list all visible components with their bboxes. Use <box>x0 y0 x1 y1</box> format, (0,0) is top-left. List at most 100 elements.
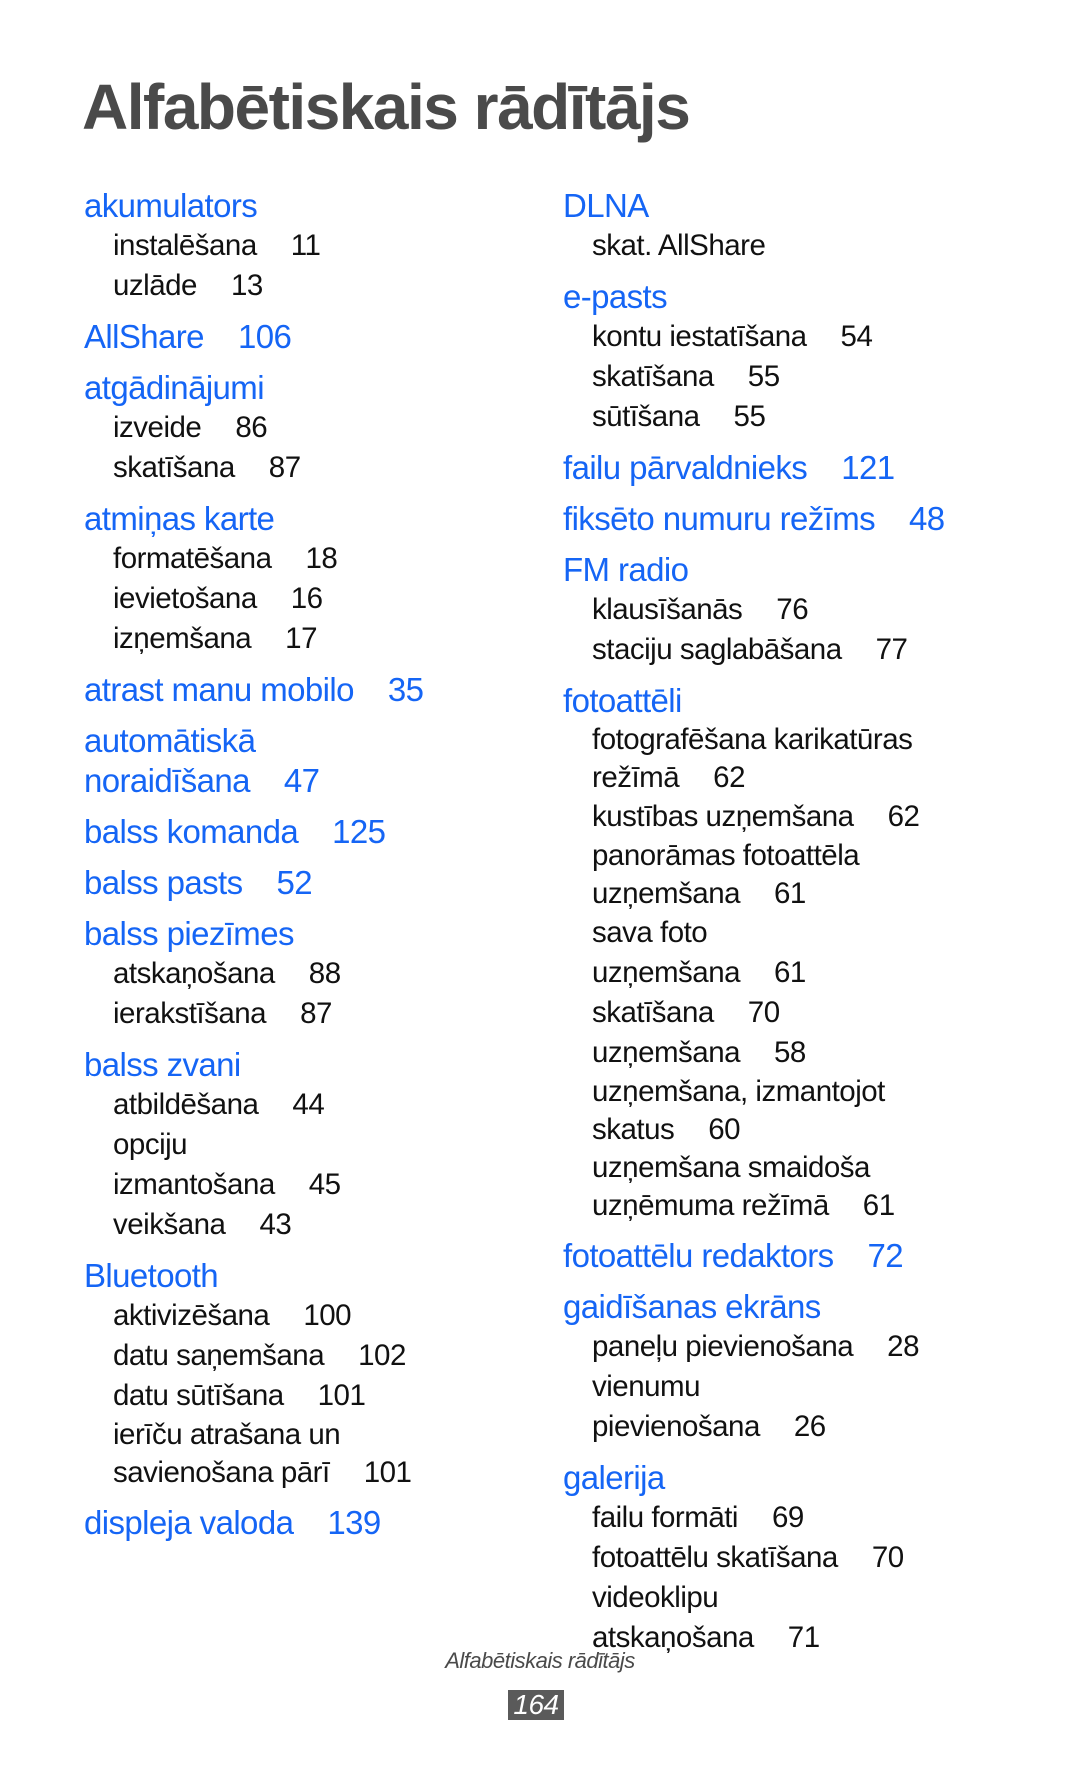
index-subentry[interactable]: failu formāti 69 <box>563 1498 922 1538</box>
index-subentry-page[interactable]: 18 <box>305 542 337 575</box>
index-subentry[interactable]: sūtīšana 55 <box>563 397 922 437</box>
index-term[interactable]: balss komanda 125 <box>84 812 554 852</box>
index-subentry-page[interactable]: 88 <box>309 957 341 990</box>
index-subentry-page[interactable]: 61 <box>863 1189 895 1222</box>
index-subentry[interactable]: izveide 86 <box>84 408 413 448</box>
index-subentry[interactable]: atskaņošana 88 <box>84 954 413 994</box>
index-subentry[interactable]: skatīšana 87 <box>84 448 413 488</box>
index-subentry-label: aktivizēšana <box>113 1299 270 1332</box>
index-subentry[interactable]: fotoattēlu skatīšana 70 <box>563 1538 922 1578</box>
index-subentry-page[interactable]: 61 <box>774 956 806 989</box>
index-term[interactable]: galerija <box>563 1458 1063 1498</box>
index-subentry[interactable]: staciju saglabāšana 77 <box>563 630 922 670</box>
index-subentry-page[interactable]: 101 <box>364 1456 412 1489</box>
index-subentry-page[interactable]: 77 <box>876 633 908 666</box>
index-subentry-page[interactable]: 13 <box>231 269 263 302</box>
index-subentry-page[interactable]: 100 <box>303 1299 351 1332</box>
index-term[interactable]: automātiskā noraidīšana 47 <box>84 721 344 801</box>
index-subentry-page[interactable]: 102 <box>358 1339 406 1372</box>
index-subentry[interactable]: ierakstīšana 87 <box>84 994 413 1034</box>
index-subentry[interactable]: formatēšana 18 <box>84 539 413 579</box>
index-subentry[interactable]: kontu iestatīšana 54 <box>563 317 922 357</box>
index-subentry[interactable]: uzņemšana, izmantojot skatus 60 <box>563 1073 922 1149</box>
index-term[interactable]: atmiņas karte <box>84 499 554 539</box>
index-subentry-page[interactable]: 101 <box>318 1379 366 1412</box>
index-term-page[interactable]: 52 <box>276 864 312 901</box>
index-subentry-page[interactable]: 60 <box>708 1113 740 1146</box>
index-subentry-page[interactable]: 61 <box>774 877 806 910</box>
index-subentry[interactable]: kustības uzņemšana 62 <box>563 797 922 837</box>
index-subentry-page[interactable]: 44 <box>292 1088 324 1121</box>
index-subentry-page[interactable]: 87 <box>269 451 301 484</box>
index-subentry[interactable]: atbildēšana 44 <box>84 1085 413 1125</box>
index-subentry[interactable]: paneļu pievienošana 28 <box>563 1327 922 1367</box>
index-subentry[interactable]: instalēšana 11 <box>84 226 413 266</box>
index-subentry-page[interactable]: 55 <box>734 400 766 433</box>
index-term-page[interactable]: 125 <box>332 813 386 850</box>
index-subentry-page[interactable]: 70 <box>748 996 780 1029</box>
index-subentry[interactable]: uzņemšana 58 <box>563 1033 922 1073</box>
index-subentry[interactable]: ierīču atrašana un savienošana pārī 101 <box>84 1416 413 1492</box>
index-subentry[interactable]: vienumu pievienošana 26 <box>563 1367 922 1447</box>
index-subentry-page[interactable]: 62 <box>888 800 920 833</box>
index-term[interactable]: atrast manu mobilo 35 <box>84 670 554 710</box>
index-subentry[interactable]: skatīšana 70 <box>563 993 922 1033</box>
index-subentry[interactable]: fotografēšana karikatūras režīmā 62 <box>563 721 922 797</box>
index-subentry-page[interactable]: 58 <box>774 1036 806 1069</box>
index-term-label: AllShare <box>84 318 205 355</box>
index-term[interactable]: FM radio <box>563 550 1063 590</box>
index-subentry[interactable]: sava foto uzņemšana 61 <box>563 913 922 993</box>
index-subentry-page[interactable]: 62 <box>713 761 745 794</box>
index-term[interactable]: balss pasts 52 <box>84 863 554 903</box>
index-subentry-page[interactable]: 69 <box>772 1501 804 1534</box>
index-subentry-page[interactable]: 70 <box>872 1541 904 1574</box>
index-term[interactable]: balss zvani <box>84 1045 554 1085</box>
index-term[interactable]: e-pasts <box>563 277 1063 317</box>
index-term-page[interactable]: 35 <box>388 671 424 708</box>
index-subentry-page[interactable]: 11 <box>291 229 321 262</box>
index-subentry-page[interactable]: 16 <box>291 582 323 615</box>
index-subentry-page[interactable]: 26 <box>794 1410 826 1443</box>
index-term-page[interactable]: 47 <box>284 762 320 799</box>
index-subentry[interactable]: uzlāde 13 <box>84 266 413 306</box>
index-subentry-page[interactable]: 28 <box>887 1330 919 1363</box>
index-subentry[interactable]: panorāmas fotoattēla uzņemšana 61 <box>563 837 922 913</box>
index-subentry[interactable]: izņemšana 17 <box>84 619 413 659</box>
index-term-page[interactable]: 72 <box>868 1237 904 1274</box>
index-subentry-page[interactable]: 54 <box>841 320 873 353</box>
index-term-page[interactable]: 139 <box>327 1504 381 1541</box>
index-term[interactable]: akumulators <box>84 186 554 226</box>
index-term[interactable]: fotoattēli <box>563 681 1063 721</box>
index-subentry[interactable]: skatīšana 55 <box>563 357 922 397</box>
index-subentry-page[interactable]: 45 <box>309 1168 341 1201</box>
index-term-page[interactable]: 121 <box>841 449 895 486</box>
index-subentry[interactable]: datu saņemšana 102 <box>84 1336 413 1376</box>
index-subentry[interactable]: videoklipu atskaņošana 71 <box>563 1578 922 1658</box>
index-subentry[interactable]: skat. AllShare <box>563 226 922 266</box>
index-term[interactable]: AllShare 106 <box>84 317 554 357</box>
index-subentry[interactable]: uzņemšana smaidoša uzņēmuma režīmā 61 <box>563 1149 922 1225</box>
index-term[interactable]: displeja valoda 139 <box>84 1503 554 1543</box>
index-term[interactable]: failu pārvaldnieks 121 <box>563 448 1063 488</box>
index-term[interactable]: gaidīšanas ekrāns <box>563 1287 1063 1327</box>
index-subentry-page[interactable]: 86 <box>235 411 267 444</box>
index-term[interactable]: balss piezīmes <box>84 914 554 954</box>
index-subentry-page[interactable]: 76 <box>776 593 808 626</box>
index-term[interactable]: atgādinājumi <box>84 368 554 408</box>
index-subentry-page[interactable]: 87 <box>300 997 332 1030</box>
index-term[interactable]: Bluetooth <box>84 1256 554 1296</box>
index-subentry-page[interactable]: 43 <box>259 1208 291 1241</box>
index-term[interactable]: DLNA <box>563 186 1063 226</box>
index-subentry-page[interactable]: 55 <box>748 360 780 393</box>
index-subentry[interactable]: veikšana 43 <box>84 1205 413 1245</box>
index-subentry[interactable]: aktivizēšana 100 <box>84 1296 413 1336</box>
index-subentry-page[interactable]: 17 <box>285 622 317 655</box>
index-subentry[interactable]: klausīšanās 76 <box>563 590 922 630</box>
index-subentry[interactable]: opciju izmantošana 45 <box>84 1125 413 1205</box>
index-subentry[interactable]: datu sūtīšana 101 <box>84 1376 413 1416</box>
index-term-page[interactable]: 106 <box>238 318 292 355</box>
index-term[interactable]: fotoattēlu redaktors 72 <box>563 1236 1063 1276</box>
index-subentry[interactable]: ievietošana 16 <box>84 579 413 619</box>
index-term-page[interactable]: 48 <box>909 500 945 537</box>
index-term[interactable]: fiksēto numuru režīms 48 <box>563 499 1063 539</box>
